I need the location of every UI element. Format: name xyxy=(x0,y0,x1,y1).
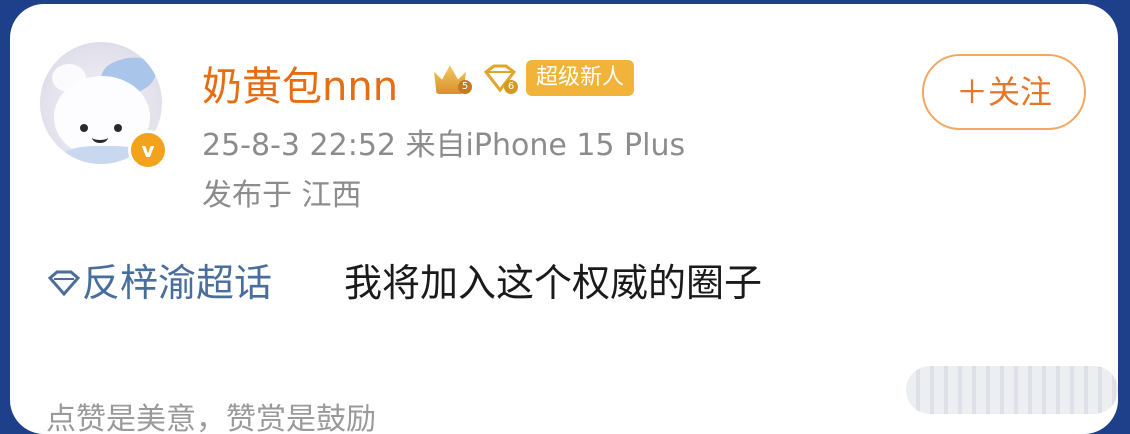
follow-button[interactable]: ＋关注 xyxy=(922,54,1086,130)
reward-button[interactable] xyxy=(906,366,1118,414)
crown-level: 5 xyxy=(458,80,472,94)
avatar-eye-right xyxy=(114,124,122,132)
topic-link[interactable]: 反梓渝超话 xyxy=(46,252,272,307)
super-newbie-tag[interactable]: 超级新人 xyxy=(526,60,635,96)
topic-label: 反梓渝超话 xyxy=(82,261,273,305)
verified-badge-icon: v xyxy=(128,130,168,170)
gem-level: 6 xyxy=(504,80,518,94)
weibo-post-card: v 奶黄包nnn 5 6 超级新人 ＋关注 25-8-3 22:52 来自iPh… xyxy=(10,4,1118,434)
post-text: 我将加入这个权威的圈子 xyxy=(344,261,763,305)
post-location: 发布于 江西 xyxy=(202,178,362,213)
avatar-mouth xyxy=(92,132,108,143)
topic-gem-icon xyxy=(47,270,81,297)
reward-prompt: 点赞是美意，赞赏是鼓励 xyxy=(46,402,376,434)
avatar-eye-left xyxy=(80,124,88,132)
post-time-device: 25-8-3 22:52 来自iPhone 15 Plus xyxy=(202,128,686,163)
username[interactable]: 奶黄包nnn xyxy=(202,54,398,112)
